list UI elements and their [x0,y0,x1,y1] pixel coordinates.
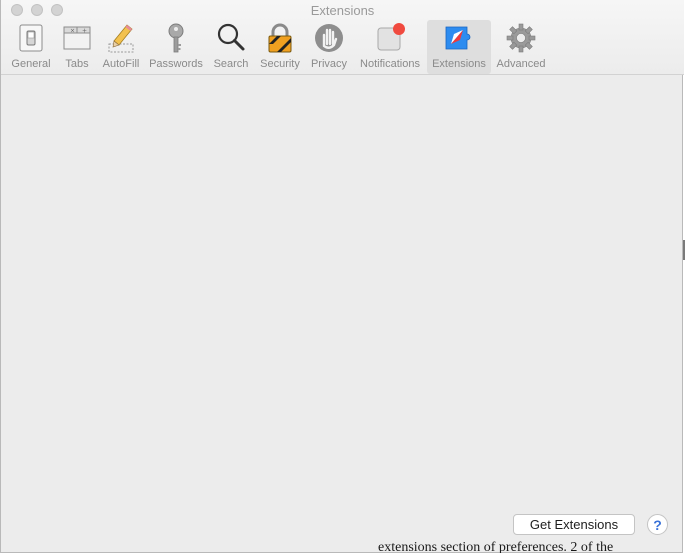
tab-autofill-label: AutoFill [102,58,140,70]
tab-privacy[interactable]: Privacy [305,20,353,74]
extensions-list-area [1,76,684,553]
tab-tabs[interactable]: × + Tabs [57,20,97,74]
tab-general[interactable]: General [5,20,57,74]
gear-icon [506,23,536,53]
background-document-text: extensions section of preferences. 2 of … [378,540,614,553]
magnifier-icon [217,23,245,51]
tab-extensions-label: Extensions [432,58,486,70]
svg-text:×: × [70,28,75,35]
tab-tabs-label: Tabs [65,58,89,70]
pencil-icon [108,24,134,53]
tab-extensions[interactable]: Extensions [427,20,491,74]
tab-autofill[interactable]: AutoFill [97,20,145,74]
help-button[interactable]: ? [647,514,668,535]
title-bar: Extensions General × + Tabs AutoFill Pas… [1,0,684,75]
tab-notifications[interactable]: Notifications [353,20,427,74]
tab-security[interactable]: Security [255,20,305,74]
tab-security-label: Security [260,58,300,70]
get-extensions-button[interactable]: Get Extensions [513,514,635,535]
tab-search[interactable]: Search [207,20,255,74]
notification-badge-icon [377,23,405,51]
tab-general-label: General [11,58,51,70]
preferences-window: Extensions General × + Tabs AutoFill Pas… [0,0,684,553]
tab-passwords-label: Passwords [149,58,203,70]
tab-advanced-label: Advanced [496,58,546,70]
svg-text:+: + [82,28,87,35]
compass-puzzle-icon [445,26,471,50]
hand-icon [315,24,343,52]
tab-passwords[interactable]: Passwords [145,20,207,74]
tab-advanced[interactable]: Advanced [491,20,551,74]
general-switch-icon [19,24,43,52]
preferences-toolbar: General × + Tabs AutoFill Passwords Sear… [5,20,551,74]
tab-search-label: Search [213,58,249,70]
key-icon [168,23,184,53]
tab-notifications-label: Notifications [360,58,420,70]
tab-privacy-label: Privacy [310,58,348,70]
tabs-icon: × + [63,26,91,50]
lock-icon [268,23,292,53]
window-title: Extensions [310,3,375,18]
